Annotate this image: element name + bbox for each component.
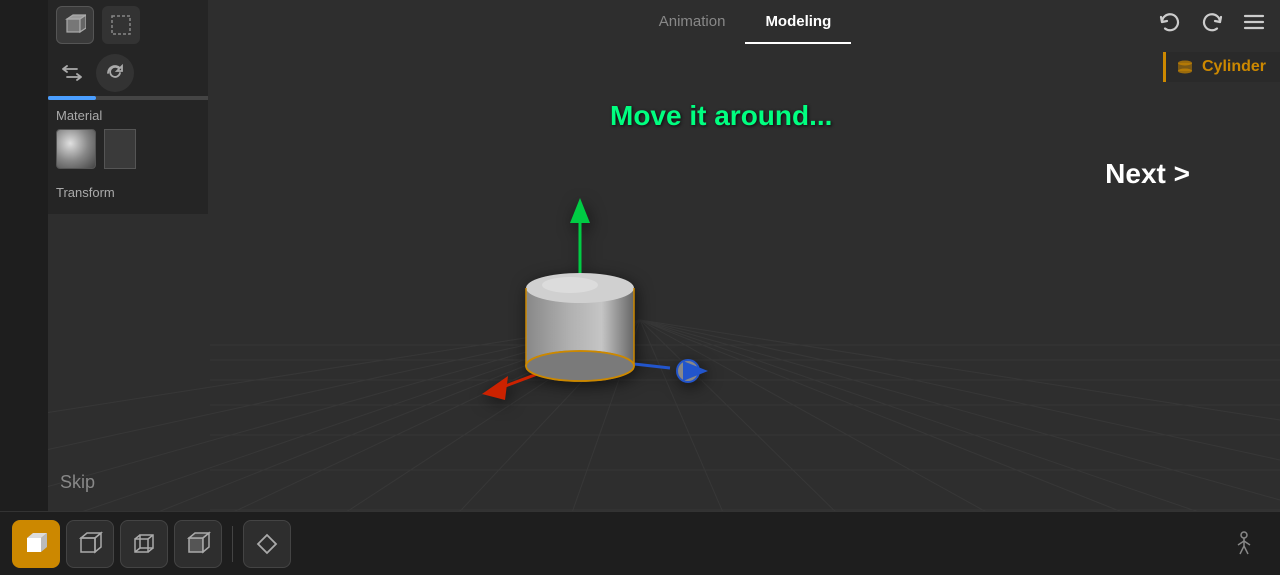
top-navigation-bar: Animation Modeling — [210, 0, 1280, 44]
next-button[interactable]: Next > — [1105, 158, 1190, 190]
tool-icon-row — [48, 0, 208, 50]
transform-label: Transform — [56, 185, 200, 200]
tab-animation[interactable]: Animation — [639, 0, 746, 44]
material-label: Material — [56, 108, 200, 123]
toolbar-divider — [232, 526, 233, 562]
material-section: Material — [48, 100, 208, 177]
bottom-toolbar — [0, 511, 1280, 575]
selection-tool-icon[interactable] — [102, 6, 140, 44]
bottom-btn-corner-cube[interactable] — [174, 520, 222, 568]
bottom-btn-vertex[interactable] — [243, 520, 291, 568]
bottom-btn-wire-cube[interactable] — [120, 520, 168, 568]
skeleton-button[interactable] — [1220, 520, 1268, 568]
material-slot[interactable] — [104, 129, 136, 169]
cylinder-svg — [440, 158, 720, 418]
redo-button[interactable] — [1194, 4, 1230, 40]
cylinder-badge-label: Cylinder — [1202, 58, 1266, 76]
undo-button[interactable] — [1152, 4, 1188, 40]
tab-modeling[interactable]: Modeling — [745, 0, 851, 44]
top-right-toolbar — [1152, 4, 1272, 40]
swap-icon[interactable] — [56, 57, 88, 89]
refresh-icon[interactable] — [96, 54, 134, 92]
cylinder-3d-scene — [440, 158, 720, 423]
cube-tool-icon[interactable] — [56, 6, 94, 44]
skip-button[interactable]: Skip — [60, 472, 95, 493]
move-instruction-label: Move it around... — [610, 100, 832, 132]
left-sidebar — [0, 0, 48, 575]
transform-section: Transform — [48, 177, 208, 214]
cylinder-badge[interactable]: Cylinder — [1163, 52, 1280, 82]
bottom-btn-solid-cube[interactable] — [12, 520, 60, 568]
menu-button[interactable] — [1236, 4, 1272, 40]
tool-panel: Material Transform — [48, 0, 208, 214]
cylinder-badge-icon — [1176, 58, 1194, 76]
bottom-btn-outline-cube[interactable] — [66, 520, 114, 568]
material-preview-sphere[interactable] — [56, 129, 96, 169]
